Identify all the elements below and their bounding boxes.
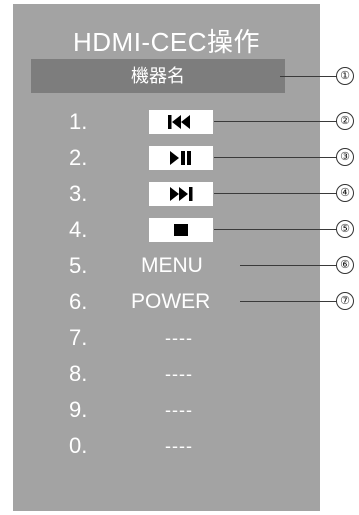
device-name-field[interactable]: 機器名 [31, 59, 285, 93]
row-9[interactable]: 9. ---- [13, 392, 320, 428]
stop-button[interactable] [149, 218, 213, 242]
skip-forward-button[interactable] [149, 182, 213, 206]
callout-line-2 [214, 121, 337, 122]
callout-1: ① [336, 67, 354, 85]
row-3[interactable]: 3. [13, 176, 320, 212]
callout-line-3 [214, 157, 337, 158]
row-number: 2. [69, 145, 88, 170]
menu-label[interactable]: MENU [141, 248, 203, 284]
row-4[interactable]: 4. [13, 212, 320, 248]
callout-3: ③ [336, 148, 354, 166]
empty-slot-label: ---- [165, 400, 193, 420]
row-number: 7. [69, 325, 88, 350]
row-number: 5. [69, 253, 88, 278]
callout-line-7 [240, 301, 337, 302]
row-number: 1. [69, 109, 88, 134]
row-number: 0. [69, 433, 88, 458]
callout-5: ⑤ [336, 220, 354, 238]
empty-slot-label: ---- [165, 328, 193, 348]
stop-icon [174, 224, 188, 236]
row-7[interactable]: 7. ---- [13, 320, 320, 356]
play-pause-icon [170, 151, 191, 165]
skip-forward-icon [170, 187, 193, 201]
callout-7: ⑦ [336, 292, 354, 310]
row-number: 9. [69, 397, 88, 422]
row-number: 3. [69, 181, 88, 206]
power-label[interactable]: POWER [131, 284, 210, 320]
empty-slot-label: ---- [165, 364, 193, 384]
empty-slot-label: ---- [165, 436, 193, 456]
callout-line-1 [280, 76, 337, 77]
skip-back-button[interactable] [149, 110, 213, 134]
callout-6: ⑥ [336, 256, 354, 274]
row-2[interactable]: 2. [13, 140, 320, 176]
callout-line-5 [214, 229, 337, 230]
play-pause-button[interactable] [149, 146, 213, 170]
menu-title: HDMI-CEC操作 [73, 27, 260, 57]
row-0[interactable]: 0. ---- [13, 428, 320, 464]
skip-back-icon [168, 115, 190, 129]
row-number: 6. [69, 289, 88, 314]
callout-line-6 [240, 265, 337, 266]
row-5[interactable]: 5. MENU [13, 248, 320, 284]
row-number: 4. [69, 217, 88, 242]
row-6[interactable]: 6. POWER [13, 284, 320, 320]
callout-line-4 [214, 193, 337, 194]
row-number: 8. [69, 361, 88, 386]
callout-4: ④ [336, 184, 354, 202]
hdmi-cec-menu-panel: HDMI-CEC操作 機器名 1. 2. 3. 4. 5. MENU 6. PO… [13, 4, 320, 511]
row-1[interactable]: 1. [13, 104, 320, 140]
callout-2: ② [336, 112, 354, 130]
row-8[interactable]: 8. ---- [13, 356, 320, 392]
